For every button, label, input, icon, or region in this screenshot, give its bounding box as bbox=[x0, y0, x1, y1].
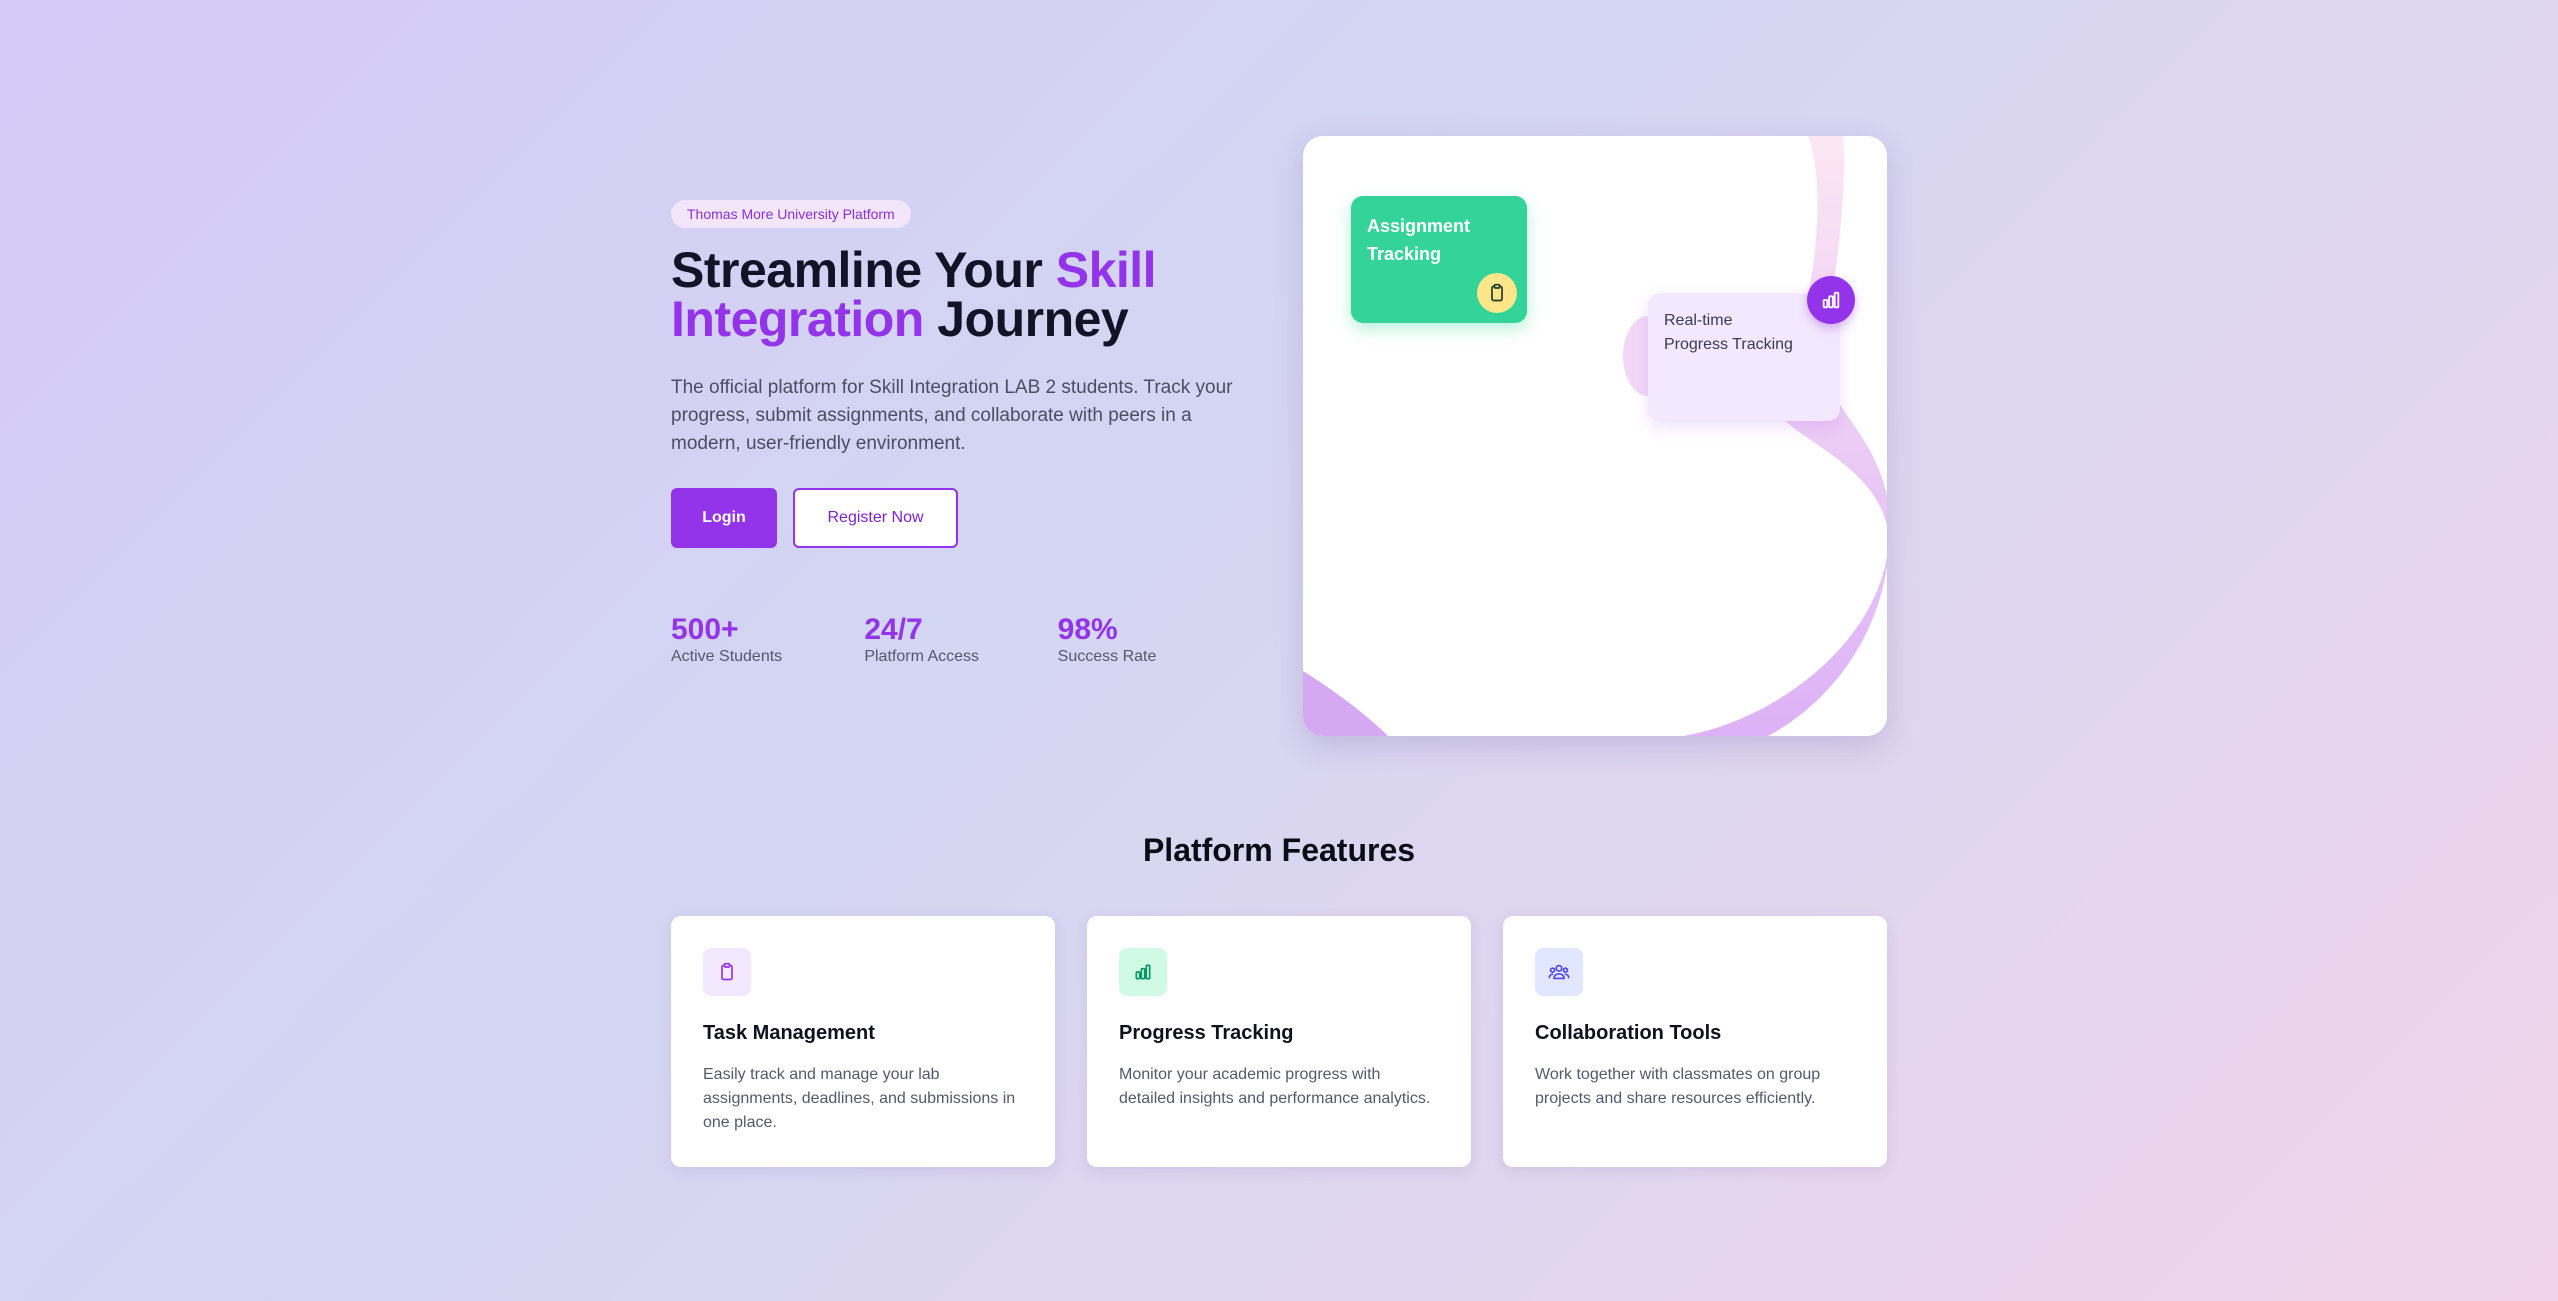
headline-part2: Journey bbox=[923, 291, 1129, 347]
hero-stats: 500+ Active Students 24/7 Platform Acces… bbox=[671, 614, 1251, 666]
stat-label: Success Rate bbox=[1057, 648, 1157, 665]
progress-card-line1: Real-time bbox=[1664, 312, 1733, 329]
stat-active-students: 500+ Active Students bbox=[671, 614, 864, 666]
feature-title: Progress Tracking bbox=[1119, 1022, 1294, 1044]
headline-part1: Streamline Your bbox=[671, 242, 1056, 298]
feature-card-task-management: Task Management Easily track and manage … bbox=[671, 916, 1055, 1167]
stat-value: 500+ bbox=[671, 613, 739, 646]
login-button[interactable]: Login bbox=[671, 488, 777, 548]
users-icon bbox=[1535, 948, 1583, 996]
assignment-tracking-card: Assignment Tracking bbox=[1351, 196, 1527, 323]
feature-description: Easily track and manage your lab assignm… bbox=[703, 1066, 1016, 1131]
stat-value: 98% bbox=[1057, 613, 1118, 646]
hero-description: The official platform for Skill Integrat… bbox=[671, 377, 1233, 454]
clipboard-icon bbox=[1477, 273, 1517, 313]
register-button[interactable]: Register Now bbox=[793, 488, 958, 548]
assignment-card-label: Assignment Tracking bbox=[1367, 216, 1471, 264]
hero-headline: Streamline Your Skill Integration Journe… bbox=[671, 245, 1251, 347]
headline-accent-skill: Skill bbox=[1055, 242, 1157, 298]
university-badge: Thomas More University Platform bbox=[671, 200, 911, 228]
stat-label: Platform Access bbox=[864, 648, 980, 665]
hero-illustration-card: Assignment Tracking Real-time Progress T… bbox=[1303, 136, 1887, 736]
feature-title: Task Management bbox=[703, 1022, 875, 1044]
bar-chart-icon bbox=[1119, 948, 1167, 996]
stat-value: 24/7 bbox=[864, 613, 923, 646]
hero-actions: Login Register Now bbox=[671, 488, 1251, 548]
hero-section: Thomas More University Platform Streamli… bbox=[671, 200, 1251, 666]
feature-card-progress-tracking: Progress Tracking Monitor your academic … bbox=[1087, 916, 1471, 1167]
stat-label: Active Students bbox=[671, 648, 783, 665]
feature-description: Work together with classmates on group p… bbox=[1535, 1066, 1821, 1107]
feature-card-collaboration-tools: Collaboration Tools Work together with c… bbox=[1503, 916, 1887, 1167]
feature-description: Monitor your academic progress with deta… bbox=[1119, 1066, 1431, 1107]
clipboard-icon bbox=[703, 948, 751, 996]
features-title: Platform Features bbox=[1142, 832, 1416, 868]
bar-chart-icon bbox=[1807, 276, 1855, 324]
stat-success-rate: 98% Success Rate bbox=[1058, 614, 1251, 666]
feature-title: Collaboration Tools bbox=[1535, 1022, 1722, 1044]
stat-platform-access: 24/7 Platform Access bbox=[864, 614, 1057, 666]
features-grid: Task Management Easily track and manage … bbox=[671, 916, 1887, 1167]
progress-card-line2: Progress Tracking bbox=[1664, 336, 1793, 353]
headline-accent-integration: Integration bbox=[671, 291, 924, 347]
